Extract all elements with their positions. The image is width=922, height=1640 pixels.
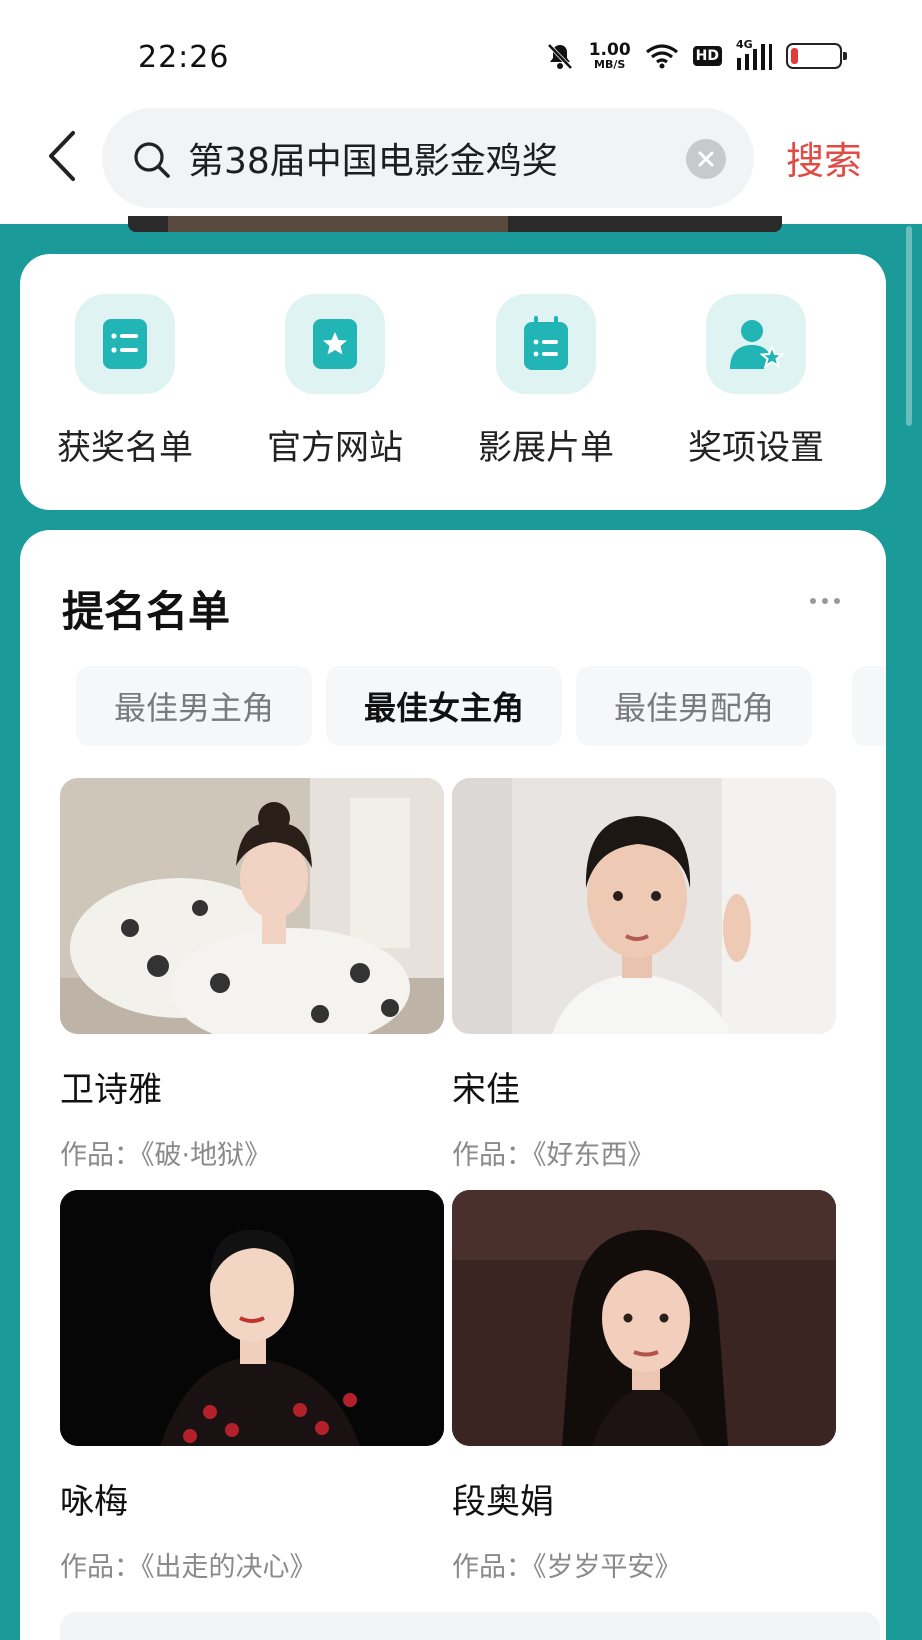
nominee-name: 段奥娟 (452, 1482, 554, 1522)
nominee-photo (452, 778, 836, 1034)
more-button[interactable] (810, 598, 840, 604)
tab-next-peek[interactable] (852, 666, 886, 746)
section-title: 提名名单 (62, 587, 231, 636)
nominee-work: 作品：《好东西》 (452, 1140, 655, 1171)
more-dot (834, 598, 840, 604)
close-icon (698, 151, 714, 167)
nominee-photo (452, 1190, 836, 1446)
header: 22:26 1.00 MB/S HD 4G 第38届中国电影金鸡奖 搜索 (0, 0, 922, 224)
nominee-name: 卫诗雅 (60, 1070, 162, 1110)
back-button[interactable] (40, 128, 84, 184)
user-star-icon (706, 294, 806, 394)
more-dot (822, 598, 828, 604)
search-button[interactable]: 搜索 (786, 130, 862, 185)
nominee-card[interactable]: 咏梅 作品：《出走的决心》 (60, 1190, 444, 1584)
scrollbar[interactable] (906, 226, 912, 426)
net-speed-value: 1.00 (588, 40, 631, 60)
nominee-name: 咏梅 (60, 1482, 128, 1522)
tab-best-actress[interactable]: 最佳女主角 (326, 666, 562, 746)
signal-icon: 4G (736, 38, 772, 70)
net-speed-unit: MB/S (594, 58, 626, 71)
app-page: 22:26 1.00 MB/S HD 4G 第38届中国电影金鸡奖 搜索 获奖名… (0, 0, 922, 1640)
photo-illustration (452, 778, 836, 1034)
nomination-card: 提名名单 最佳男主角 最佳女主角 最佳男配角 卫诗雅 作品：《破·地狱》 宋佳 … (20, 530, 886, 1640)
quick-actions-card: 获奖名单 官方网站 影展片单 奖项设置 (20, 254, 886, 510)
status-icons: 1.00 MB/S HD 4G (545, 36, 847, 76)
quick-action-award-settings[interactable]: 奖项设置 (666, 294, 846, 469)
battery-fill (791, 48, 798, 64)
quick-action-label: 官方网站 (267, 428, 403, 468)
photo-illustration (60, 778, 444, 1034)
chevron-left-icon (49, 131, 75, 181)
banner-peek (128, 216, 782, 232)
nominee-work: 作品：《出走的决心》 (60, 1552, 317, 1583)
quick-action-label: 奖项设置 (688, 428, 824, 468)
hd-badge: HD (692, 46, 722, 66)
network-type: 4G (736, 38, 753, 51)
quick-action-festival-films[interactable]: 影展片单 (456, 294, 636, 469)
status-time: 22:26 (138, 40, 230, 75)
quick-action-label: 获奖名单 (57, 428, 193, 468)
nominee-work: 作品：《破·地狱》 (60, 1140, 272, 1171)
quick-action-award-list[interactable]: 获奖名单 (35, 294, 215, 469)
calendar-list-icon (496, 294, 596, 394)
tab-best-supporting-actor[interactable]: 最佳男配角 (576, 666, 812, 746)
clear-search-button[interactable] (686, 139, 726, 179)
tab-best-actor[interactable]: 最佳男主角 (76, 666, 312, 746)
nominee-photo (60, 778, 444, 1034)
net-speed: 1.00 MB/S (588, 40, 631, 71)
quick-action-label: 影展片单 (478, 428, 614, 468)
nominee-card[interactable]: 宋佳 作品：《好东西》 (452, 778, 836, 1172)
photo-illustration (60, 1190, 444, 1446)
star-page-icon (285, 294, 385, 394)
nominee-work: 作品：《岁岁平安》 (452, 1552, 682, 1583)
nominee-photo (60, 1190, 444, 1446)
more-dot (810, 598, 816, 604)
nominee-card[interactable]: 卫诗雅 作品：《破·地狱》 (60, 778, 444, 1172)
photo-illustration (452, 1190, 836, 1446)
nominee-name: 宋佳 (452, 1070, 520, 1110)
mute-bell-icon (545, 41, 575, 71)
search-input[interactable] (188, 132, 668, 184)
battery-icon (786, 43, 847, 69)
quick-action-official-site[interactable]: 官方网站 (245, 294, 425, 469)
wifi-icon (645, 43, 679, 69)
list-icon (75, 294, 175, 394)
nominee-card[interactable]: 段奥娟 作品：《岁岁平安》 (452, 1190, 836, 1584)
search-icon (132, 140, 172, 184)
bottom-peek (60, 1612, 880, 1640)
search-box[interactable] (102, 108, 754, 208)
